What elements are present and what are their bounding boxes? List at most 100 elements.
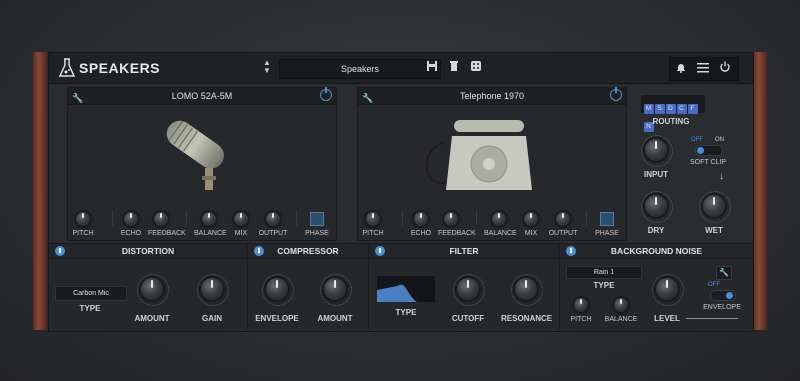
speaker-a-echo-knob[interactable] [124,212,138,226]
envelope-toggle[interactable] [710,290,736,301]
knob-label: PITCH [362,230,384,237]
soft-clip-off-label: OFF [691,137,703,143]
speaker-a-output-knob[interactable] [266,212,280,226]
knob-label: FEEDBACK [148,230,186,237]
speaker-a-phase-toggle[interactable] [310,212,324,226]
speaker-a-panel: 🔧 LOMO 52A-5M PITCH ECHO FEEDBACK BALANC… [67,87,337,241]
speaker-a-name[interactable]: LOMO 52A-5M [172,91,233,101]
filter-type-label: TYPE [395,308,417,317]
filter-power-icon[interactable] [375,246,385,256]
speaker-b-header: 🔧 Telephone 1970 [358,87,626,106]
preset-nav-arrows-icon[interactable]: ▲ ▼ [261,59,273,77]
knob-label: BALANCE [484,230,517,237]
bell-icon[interactable] [672,60,690,78]
speaker-a-pitch-knob[interactable] [76,212,90,226]
menu-icon[interactable] [694,60,712,78]
speaker-a-power-icon[interactable] [320,87,332,101]
speaker-b-mix-knob[interactable] [524,212,538,226]
power-icon[interactable] [716,60,734,78]
dry-label: DRY [647,226,665,235]
plugin-window: SPEAKERS ▲ ▼ Speakers 🔧 LOMO 52A-5M PITC… [48,52,754,332]
preset-selector[interactable]: Speakers [279,59,441,79]
knob-label: MIX [524,230,538,237]
distortion-type-select[interactable]: Carbon Mic [55,286,127,301]
noise-level-label: LEVEL [654,314,680,323]
compressor-header: COMPRESSOR [248,244,368,259]
left-wood-panel [33,52,47,330]
background-noise-header: BACKGROUND NOISE [560,244,753,259]
bottom-row: DISTORTION Carbon Mic TYPE AMOUNT GAIN C… [49,243,753,330]
speaker-a-feedback-knob[interactable] [154,212,168,226]
envelope-toggle-thumb [726,292,733,299]
noise-balance-knob[interactable] [614,298,628,312]
distortion-amount-knob[interactable] [141,278,163,300]
routing-button-d[interactable]: D [665,104,676,114]
compressor-amount-knob[interactable] [324,278,346,300]
microphone-image [166,120,224,190]
knob-label: OUTPUT [548,230,578,237]
distortion-section: DISTORTION Carbon Mic TYPE AMOUNT GAIN [49,244,248,330]
wrench-icon[interactable]: 🔧 [72,90,83,106]
top-right-controls [669,57,739,81]
noise-settings-icon[interactable]: 🔧 [716,266,732,280]
noise-type-label: TYPE [593,281,615,290]
soft-clip-toggle-thumb [697,147,704,154]
speaker-b-power-icon[interactable] [610,87,622,101]
filter-cutoff-knob[interactable] [457,278,479,300]
input-label: INPUT [644,170,668,179]
speaker-b-panel: 🔧 Telephone 1970 PITCH ECHO FEEDBACK BAL… [357,87,627,241]
wrench-icon[interactable]: 🔧 [362,90,373,106]
speaker-b-echo-knob[interactable] [414,212,428,226]
distortion-gain-label: GAIN [202,314,222,323]
wet-knob[interactable] [703,195,725,217]
noise-level-knob[interactable] [656,278,678,300]
delete-icon[interactable] [445,59,463,77]
speaker-a-header: 🔧 LOMO 52A-5M [68,87,336,106]
routing-button-s[interactable]: S [654,104,665,114]
randomize-dice-icon[interactable] [467,59,485,77]
speaker-b-output-knob[interactable] [556,212,570,226]
knob-label: MIX [234,230,248,237]
filter-resonance-knob[interactable] [515,278,537,300]
noise-pitch-knob[interactable] [574,298,588,312]
knob-label: ECHO [120,230,142,237]
routing-button-c[interactable]: C [676,104,687,114]
filter-resonance-label: RESONANCE [501,314,553,323]
filter-section: FILTER TYPE CUTOFF RESONANCE [369,244,560,330]
speaker-b-balance-knob[interactable] [492,212,506,226]
speaker-a-balance-knob[interactable] [202,212,216,226]
compressor-envelope-knob[interactable] [266,278,288,300]
distortion-type-label: TYPE [79,304,101,313]
speaker-a-mix-knob[interactable] [234,212,248,226]
compressor-section: COMPRESSOR ENVELOPE AMOUNT [248,244,369,330]
dry-knob[interactable] [645,195,667,217]
wet-label: WET [705,226,723,235]
distortion-header: DISTORTION [49,244,247,259]
telephone-image [425,120,532,190]
noise-type-select[interactable]: Rain 1 [566,266,642,279]
distortion-power-icon[interactable] [55,246,65,256]
filter-curve-display[interactable] [377,276,435,302]
soft-clip-label: SOFT CLIP [689,159,727,166]
background-noise-power-icon[interactable] [566,246,576,256]
distortion-gain-knob[interactable] [201,278,223,300]
routing-button-m[interactable]: M [643,104,654,114]
routing-button-f[interactable]: F [687,104,698,114]
envelope-off-label: OFF [708,282,720,288]
knob-label: PHASE [595,230,619,237]
soft-clip-arrow-icon: ↓ [719,171,724,182]
knob-label: FEEDBACK [438,230,476,237]
speaker-b-pitch-knob[interactable] [366,212,380,226]
save-icon[interactable] [423,59,441,77]
soft-clip-toggle[interactable] [695,145,723,156]
input-knob[interactable] [645,139,667,161]
divider [112,210,113,226]
knob-label: OUTPUT [258,230,288,237]
speaker-b-feedback-knob[interactable] [444,212,458,226]
compressor-power-icon[interactable] [254,246,264,256]
speaker-b-phase-toggle[interactable] [600,212,614,226]
divider [476,210,477,226]
knob-label: ECHO [410,230,432,237]
filter-cutoff-label: CUTOFF [451,314,485,323]
speaker-b-name[interactable]: Telephone 1970 [460,91,524,101]
